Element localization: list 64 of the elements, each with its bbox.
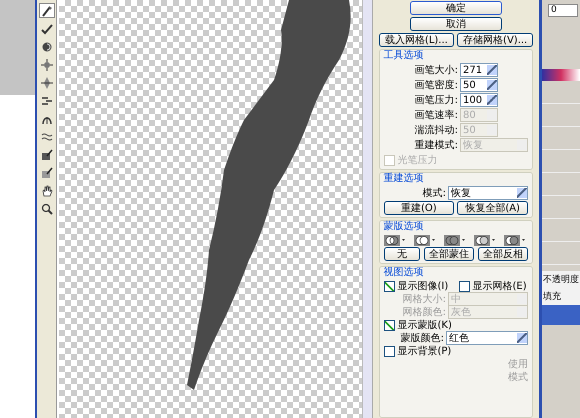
group-title: 重建选项 (384, 173, 424, 185)
dropdown[interactable]: 恢复 (448, 186, 528, 200)
field-label: 画笔速率: (414, 108, 458, 122)
field-label: 网格颜色: (402, 306, 446, 319)
combo-field[interactable]: 100 (460, 93, 498, 107)
tool-button[interactable] (38, 57, 55, 72)
hand-icon (40, 184, 53, 196)
checkbox[interactable] (458, 280, 470, 292)
field-label: 画笔密度: (414, 78, 458, 92)
checkbox[interactable] (384, 320, 394, 330)
field-label: 画笔大小: (414, 64, 458, 77)
group-title: 工具选项 (384, 50, 424, 62)
opacity-label: 不透明度 (542, 271, 580, 288)
search-icon (40, 202, 53, 214)
checkbox[interactable] (384, 280, 394, 292)
wave-icon (40, 130, 53, 142)
mask-mode-button[interactable] (504, 234, 528, 246)
field-label: 湍流抖动: (414, 124, 458, 137)
tool-button[interactable] (38, 3, 55, 18)
crosshair-icon (40, 58, 53, 70)
field-label: 模式 (508, 370, 528, 384)
ok-button[interactable]: 确定 (410, 1, 502, 15)
mask-mode-button[interactable] (384, 234, 408, 246)
load-mesh-button[interactable]: 载入网格(L)... (378, 33, 454, 47)
swirl-icon (40, 40, 53, 52)
group-title: 蒙版选项 (384, 221, 424, 233)
brush-icon (40, 4, 53, 16)
layer-row (542, 305, 580, 325)
mask-button[interactable]: 全部反相 (478, 247, 528, 261)
checkbox-label: 显示图像(I) (398, 280, 448, 293)
tool-button[interactable] (38, 75, 55, 90)
save-mesh-button[interactable]: 存储网格(V)... (457, 33, 534, 47)
mask-mode-button[interactable] (414, 234, 438, 246)
mask-button[interactable]: 无 (384, 247, 420, 261)
field-label: 网格大小: (402, 292, 446, 306)
mask-mode-button[interactable] (474, 234, 498, 246)
cancel-button[interactable]: 取消 (410, 17, 502, 31)
field-label: 使用 (508, 358, 528, 371)
diamond-icon (40, 76, 53, 88)
checkmark-icon (40, 22, 53, 34)
field-label: 蒙版颜色: (400, 332, 444, 345)
scrollbar[interactable] (362, 0, 372, 418)
dropdown[interactable]: 红色 (446, 331, 528, 345)
group-title: 视图选项 (384, 267, 424, 279)
checkbox[interactable] (384, 346, 394, 356)
combo-field[interactable]: 271 (460, 63, 498, 77)
mask-mode-button[interactable] (444, 234, 468, 246)
value-field[interactable]: 0 (548, 4, 578, 17)
checkbox-label: 显示网格(E) (472, 280, 527, 293)
fill-label: 填充 (542, 288, 580, 305)
brush-square-icon (40, 148, 53, 160)
reconstruct-button[interactable]: 恢复全部(A) (457, 201, 528, 215)
lines-icon (40, 94, 53, 106)
field-label: 画笔压力: (414, 94, 458, 107)
combo-field[interactable]: 50 (460, 78, 498, 92)
checkbox-label: 光笔压力 (398, 154, 438, 167)
color-ramp (542, 69, 580, 81)
mask-button[interactable]: 全部蒙住 (424, 247, 474, 261)
brush-square-icon (40, 166, 53, 178)
reconstruct-button[interactable]: 重建(O) (384, 201, 454, 215)
checkbox-label: 显示蒙版(K) (398, 318, 452, 332)
checkbox-label: 显示背景(P) (398, 344, 452, 358)
field-label: 重建模式: (414, 138, 458, 152)
field-label: 模式: (422, 186, 446, 200)
